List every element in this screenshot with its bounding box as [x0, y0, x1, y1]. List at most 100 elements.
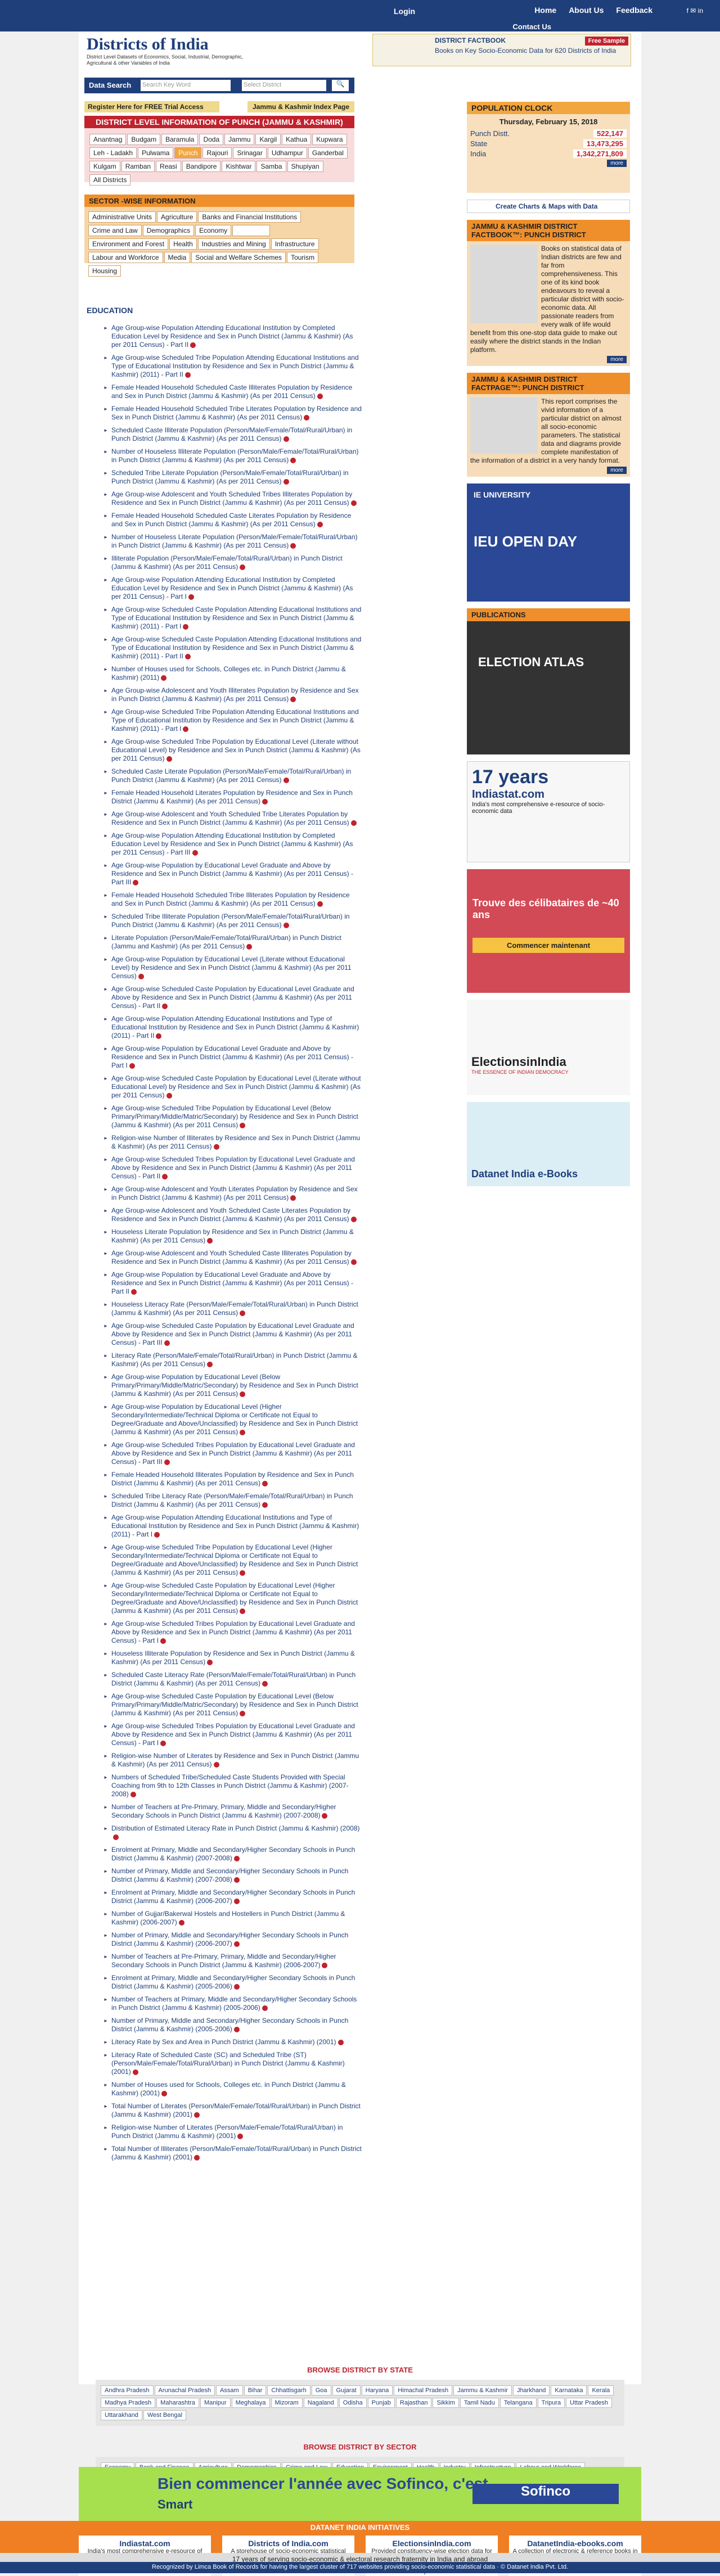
nav-feedback[interactable]: Feedback — [616, 6, 652, 15]
state-link[interactable]: Andhra Pradesh — [101, 2385, 154, 2396]
state-link[interactable]: Sikkim — [433, 2398, 459, 2408]
sector-pill[interactable]: Banks and Financial Institutions — [198, 211, 302, 223]
state-link[interactable]: Odisha — [339, 2398, 367, 2408]
sector-pill[interactable]: Housing — [88, 265, 122, 277]
pdf-icon[interactable] — [283, 922, 289, 928]
pdf-icon[interactable] — [213, 1761, 219, 1768]
education-item[interactable]: Age Group-wise Scheduled Caste Populatio… — [104, 1581, 362, 1615]
education-item[interactable]: Scheduled Tribe Literacy Rate (Person/Ma… — [104, 1492, 362, 1509]
state-link[interactable]: Gujarat — [332, 2385, 361, 2396]
education-item[interactable]: Age Group-wise Population by Educational… — [104, 955, 362, 980]
ieu-ad[interactable]: IE UNIVERSITY IEU OPEN DAY — [467, 483, 630, 602]
education-item[interactable]: Total Number of Literates (Person/Male/F… — [104, 2102, 362, 2119]
education-item[interactable]: Female Headed Household Scheduled Caste … — [104, 383, 362, 400]
pdf-icon[interactable] — [233, 2026, 240, 2032]
pdf-icon[interactable] — [213, 1144, 219, 1150]
pdf-icon[interactable] — [161, 2090, 168, 2096]
district-pill[interactable]: Baramula — [161, 134, 199, 145]
pdf-icon[interactable] — [188, 594, 194, 600]
education-item[interactable]: Number of Houseless Illiterate Populatio… — [104, 448, 362, 464]
search-icon[interactable]: 🔍 — [332, 80, 349, 91]
pdf-icon[interactable] — [350, 1259, 357, 1265]
district-pill[interactable]: Srinagar — [233, 147, 267, 159]
index-page-link[interactable]: Jammu & Kashmir Index Page — [248, 101, 354, 112]
pdf-icon[interactable] — [166, 1092, 172, 1099]
pdf-icon[interactable] — [164, 1340, 170, 1346]
district-pill[interactable]: Leh - Ladakh — [89, 147, 137, 159]
state-link[interactable]: Telangana — [500, 2398, 537, 2408]
education-item[interactable]: Age Group-wise Population by Educational… — [104, 1373, 362, 1398]
charts-link[interactable]: Create Charts & Maps with Data — [467, 200, 630, 213]
education-item[interactable]: Age Group-wise Population Attending Educ… — [104, 831, 362, 857]
pdf-icon[interactable] — [240, 1310, 246, 1316]
ebooks-ad[interactable]: Datanet India e-Books — [467, 1102, 630, 1186]
education-item[interactable]: Female Headed Household Literates Popula… — [104, 789, 362, 806]
sector-pill[interactable]: Environment and Forest — [88, 238, 169, 250]
district-pill[interactable]: Bandipore — [182, 161, 221, 172]
education-item[interactable]: Age Group-wise Scheduled Tribes Populati… — [104, 1620, 362, 1645]
education-item[interactable]: Houseless Illiterate Population by Resid… — [104, 1649, 362, 1666]
pdf-icon[interactable] — [164, 1459, 170, 1465]
pdf-icon[interactable] — [290, 457, 296, 463]
pdf-icon[interactable] — [240, 1710, 246, 1716]
education-item[interactable]: Age Group-wise Population Attending Educ… — [104, 1513, 362, 1539]
district-pill[interactable]: Kupwara — [312, 134, 347, 145]
pdf-icon[interactable] — [290, 543, 296, 549]
education-item[interactable]: Age Group-wise Scheduled Tribe Populatio… — [104, 708, 362, 733]
education-item[interactable]: Age Group-wise Scheduled Caste Populatio… — [104, 605, 362, 631]
pdf-icon[interactable] — [240, 1122, 246, 1128]
education-item[interactable]: Age Group-wise Scheduled Tribe Populatio… — [104, 1543, 362, 1577]
state-link[interactable]: Tamil Nadu — [460, 2398, 499, 2408]
pdf-icon[interactable] — [290, 696, 296, 702]
education-item[interactable]: Female Headed Household Illiterates Popu… — [104, 1471, 362, 1488]
factbook-cover[interactable] — [470, 245, 538, 323]
pdf-icon[interactable] — [160, 1638, 166, 1644]
pdf-icon[interactable] — [131, 1289, 137, 1295]
pdf-icon[interactable] — [233, 1941, 240, 1947]
district-select[interactable]: Select District — [242, 80, 326, 91]
education-item[interactable]: Distribution of Estimated Literacy Rate … — [104, 1824, 362, 1841]
education-item[interactable]: Literate Population (Person/Male/Female/… — [104, 934, 362, 951]
pdf-icon[interactable] — [317, 901, 323, 907]
education-item[interactable]: Age Group-wise Population by Educational… — [104, 1271, 362, 1296]
education-item[interactable]: Illiterate Population (Person/Male/Femal… — [104, 554, 362, 571]
state-link[interactable]: Kerala — [588, 2385, 614, 2396]
sofinco-banner[interactable]: Bien commencer l'année avec Sofinco, c'e… — [79, 2467, 641, 2521]
education-item[interactable]: Age Group-wise Scheduled Caste Populatio… — [104, 985, 362, 1010]
district-pill[interactable]: Samba — [256, 161, 286, 172]
sector-pill[interactable]: Industries and Mining — [197, 238, 270, 250]
sector-pill[interactable]: Agriculture — [157, 211, 197, 223]
education-item[interactable]: Number of Teachers at Pre-Primary, Prima… — [104, 1803, 362, 1820]
district-pill[interactable]: Ganderbal — [308, 147, 348, 159]
state-link[interactable]: Uttar Pradesh — [566, 2398, 612, 2408]
education-item[interactable]: Age Group-wise Population Attending Educ… — [104, 1015, 362, 1040]
education-item[interactable]: Number of Houses used for Schools, Colle… — [104, 2081, 362, 2098]
education-item[interactable]: Scheduled Caste Literacy Rate (Person/Ma… — [104, 1671, 362, 1688]
education-item[interactable]: Age Group-wise Scheduled Tribes Populati… — [104, 1441, 362, 1466]
pdf-icon[interactable] — [184, 653, 191, 659]
education-item[interactable]: Age Group-wise Adolescent and Youth Sche… — [104, 490, 362, 507]
education-item[interactable]: Number of Teachers at Primary, Middle an… — [104, 1995, 362, 2012]
state-link[interactable]: Jammu & Kashmir — [453, 2385, 512, 2396]
education-item[interactable]: Number of Primary, Middle and Secondary/… — [104, 1867, 362, 1884]
pdf-icon[interactable] — [194, 2112, 200, 2118]
education-item[interactable]: Scheduled Caste Illiterate Population (P… — [104, 426, 362, 443]
education-item[interactable]: Literacy Rate (Person/Male/Female/Total/… — [104, 1352, 362, 1368]
pdf-icon[interactable] — [160, 1740, 166, 1746]
pdf-icon[interactable] — [240, 1608, 246, 1614]
pdf-icon[interactable] — [350, 500, 357, 506]
state-link[interactable]: Arunachal Pradesh — [154, 2385, 215, 2396]
education-item[interactable]: Age Group-wise Population Attending Educ… — [104, 576, 362, 601]
state-link[interactable]: Tripura — [537, 2398, 565, 2408]
education-item[interactable]: Age Group-wise Scheduled Caste Populatio… — [104, 635, 362, 661]
state-link[interactable]: Uttarakhand — [101, 2410, 142, 2420]
pdf-icon[interactable] — [207, 1237, 213, 1244]
state-link[interactable]: Meghalaya — [231, 2398, 270, 2408]
pdf-icon[interactable] — [240, 564, 246, 570]
pdf-icon[interactable] — [194, 2154, 200, 2161]
factpage-cover[interactable] — [470, 397, 538, 454]
sector-pill[interactable]: Social and Welfare Schemes — [191, 252, 286, 263]
education-item[interactable]: Number of Teachers at Pre-Primary, Prima… — [104, 1953, 362, 1969]
pdf-icon[interactable] — [290, 1195, 296, 1201]
education-item[interactable]: Scheduled Caste Literate Population (Per… — [104, 767, 362, 784]
